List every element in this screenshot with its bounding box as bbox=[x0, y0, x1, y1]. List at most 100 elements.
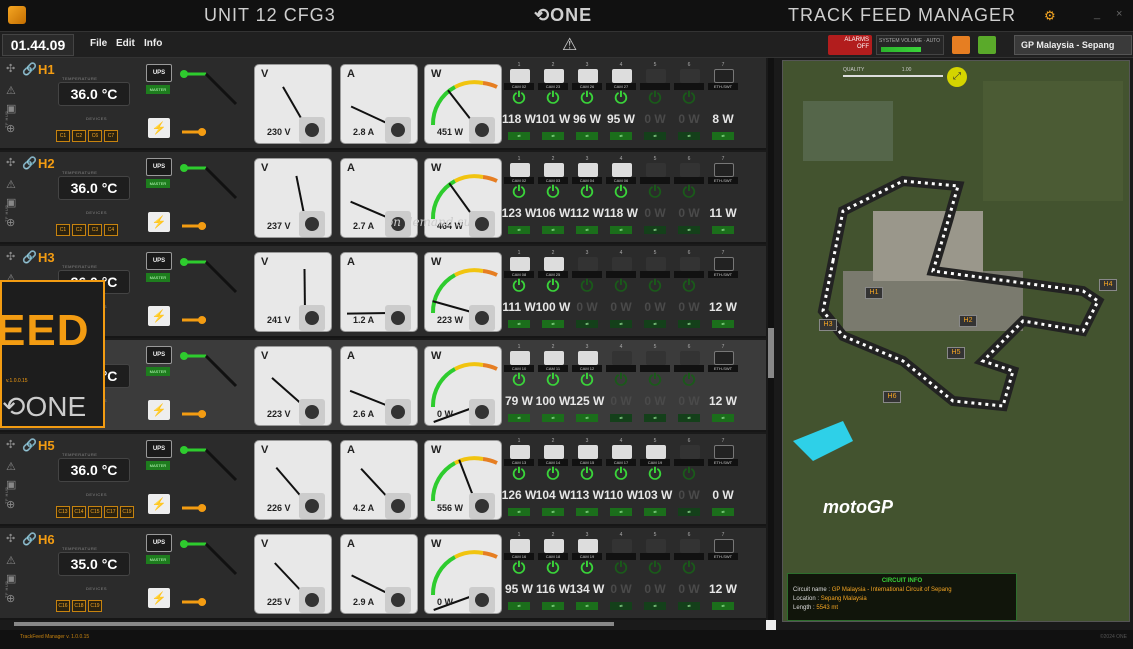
fan-icon[interactable]: ✣ bbox=[6, 532, 15, 545]
warning-icon[interactable]: ⚠ bbox=[6, 178, 16, 191]
channel-2[interactable]: 2 CAM 03 ⏻ 106 W ⇄ bbox=[536, 156, 570, 240]
meter-knob[interactable] bbox=[299, 211, 325, 237]
channel-4[interactable]: 4 CAM 06 ⏻ 118 W ⇄ bbox=[604, 156, 638, 240]
warning-icon[interactable]: ⚠ bbox=[562, 35, 577, 55]
power-toggle-icon[interactable]: ⏻ bbox=[502, 90, 536, 108]
device-chip[interactable]: C2 bbox=[72, 224, 86, 236]
channel-2[interactable]: 2 CAM 14 ⏻ 104 W ⇄ bbox=[536, 438, 570, 522]
minimize-button[interactable]: _ bbox=[1094, 8, 1100, 20]
power-toggle-icon[interactable]: ⏻ bbox=[638, 90, 672, 108]
channel-4[interactable]: 4 ⏻ 0 W ⇄ bbox=[604, 532, 638, 616]
meter-knob[interactable] bbox=[299, 399, 325, 425]
channel-1[interactable]: 1 CAM 13 ⏻ 126 W ⇄ bbox=[502, 438, 536, 522]
channel-5[interactable]: 5 ⏻ 0 W ⇄ bbox=[638, 532, 672, 616]
device-chip[interactable]: C1 bbox=[56, 130, 70, 142]
ups-badge[interactable]: UPS bbox=[146, 64, 172, 82]
power-toggle-icon[interactable]: ⏻ bbox=[570, 372, 604, 390]
horizontal-scrollbar[interactable] bbox=[14, 622, 614, 626]
device-chip[interactable]: C7 bbox=[104, 130, 118, 142]
channel-6[interactable]: 6 ⏻ 0 W ⇄ bbox=[672, 532, 706, 616]
channel-6[interactable]: 6 ⏻ 0 W ⇄ bbox=[672, 250, 706, 334]
warning-icon[interactable]: ⚠ bbox=[6, 554, 16, 567]
device-chip[interactable]: C4 bbox=[104, 224, 118, 236]
power-plug-icon[interactable]: ⚡ bbox=[148, 212, 170, 232]
menu-edit[interactable]: Edit bbox=[116, 38, 135, 49]
channel-7[interactable]: 7 ETH-SWT 12 W ⇄ bbox=[706, 250, 740, 334]
channel-6[interactable]: 6 ⏻ 0 W ⇄ bbox=[672, 156, 706, 240]
channel-3[interactable]: 3 ⏻ 0 W ⇄ bbox=[570, 250, 604, 334]
channel-5[interactable]: 5 ⏻ 0 W ⇄ bbox=[638, 344, 672, 428]
power-toggle-icon[interactable]: ⏻ bbox=[672, 466, 706, 484]
channel-7[interactable]: 7 ETH-SWT 12 W ⇄ bbox=[706, 344, 740, 428]
power-plug-icon[interactable]: ⚡ bbox=[148, 118, 170, 138]
menu-file[interactable]: File bbox=[90, 38, 107, 49]
power-switch-diagram[interactable] bbox=[176, 440, 246, 520]
meter-knob[interactable] bbox=[385, 399, 411, 425]
channel-2[interactable]: 2 CAM 25 ⏻ 100 W ⇄ bbox=[536, 250, 570, 334]
ups-badge[interactable]: UPS bbox=[146, 158, 172, 176]
fan-icon[interactable]: ✣ bbox=[6, 250, 15, 263]
hub-row-h4[interactable]: ✣🔗H4TEMPERATURE36.0 °C⚠▣⊕DEVICESC20C21C2… bbox=[0, 340, 766, 432]
device-chip[interactable]: C19 bbox=[120, 506, 134, 518]
hub-row-h3[interactable]: ✣🔗H3TEMPERATURE36.0 °C⚠▣⊕DEVICESC1C2UPSM… bbox=[0, 246, 766, 338]
power-toggle-icon[interactable]: ⏻ bbox=[536, 560, 570, 578]
device-chip[interactable]: C6 bbox=[88, 130, 102, 142]
scroll-thumb[interactable] bbox=[768, 328, 774, 378]
gear-icon[interactable]: ⚙ bbox=[1044, 8, 1056, 24]
power-toggle-icon[interactable]: ⏻ bbox=[502, 278, 536, 296]
device-chip[interactable]: C16 bbox=[56, 600, 70, 612]
circuit-select[interactable]: GP Malaysia - Sepang bbox=[1014, 35, 1132, 55]
power-plug-icon[interactable]: ⚡ bbox=[148, 588, 170, 608]
power-switch-diagram[interactable] bbox=[176, 252, 246, 332]
menu-info[interactable]: Info bbox=[144, 38, 162, 49]
meter-knob[interactable] bbox=[299, 305, 325, 331]
fullscreen-icon[interactable]: ⤢ bbox=[947, 67, 967, 87]
power-toggle-icon[interactable]: ⏻ bbox=[604, 560, 638, 578]
channel-6[interactable]: 6 ⏻ 0 W ⇄ bbox=[672, 438, 706, 522]
meter-knob[interactable] bbox=[469, 587, 495, 613]
power-toggle-icon[interactable]: ⏻ bbox=[502, 184, 536, 202]
power-toggle-icon[interactable]: ⏻ bbox=[638, 466, 672, 484]
power-toggle-icon[interactable]: ⏻ bbox=[604, 278, 638, 296]
channel-5[interactable]: 5 CAM 19 ⏻ 103 W ⇄ bbox=[638, 438, 672, 522]
channel-1[interactable]: 1 CAM 10 ⏻ 79 W ⇄ bbox=[502, 344, 536, 428]
power-toggle-icon[interactable]: ⏻ bbox=[638, 372, 672, 390]
meter-knob[interactable] bbox=[385, 305, 411, 331]
power-toggle-icon[interactable]: ⏻ bbox=[638, 278, 672, 296]
power-plug-icon[interactable]: ⚡ bbox=[148, 494, 170, 514]
channel-1[interactable]: 1 CAM 08 ⏻ 111 W ⇄ bbox=[502, 250, 536, 334]
power-plug-icon[interactable]: ⚡ bbox=[148, 400, 170, 420]
channel-7[interactable]: 7 ETH-SWT 0 W ⇄ bbox=[706, 438, 740, 522]
channel-3[interactable]: 3 CAM 26 ⏻ 96 W ⇄ bbox=[570, 62, 604, 146]
power-toggle-icon[interactable]: ⏻ bbox=[672, 184, 706, 202]
channel-3[interactable]: 3 CAM 15 ⏻ 113 W ⇄ bbox=[570, 438, 604, 522]
power-toggle-icon[interactable]: ⏻ bbox=[536, 278, 570, 296]
map-tag-h5[interactable]: H5 bbox=[947, 347, 965, 359]
meter-knob[interactable] bbox=[385, 493, 411, 519]
channel-1[interactable]: 1 CAM 16 ⏻ 95 W ⇄ bbox=[502, 532, 536, 616]
record-icon[interactable] bbox=[952, 36, 970, 54]
hub-row-h5[interactable]: ✣ 🔗 H5 TEMPERATURE 36.0 °C ⚠ ▣ ⊕ DEVICES C13 C14 C1… bbox=[0, 434, 766, 526]
circuit-map[interactable]: QUALITY 1.00 ⤢ H1 H2 H3 H4 H5 H6 motoGP … bbox=[782, 60, 1130, 622]
channel-4[interactable]: 4 CAM 27 ⏻ 95 W ⇄ bbox=[604, 62, 638, 146]
meter-knob[interactable] bbox=[385, 117, 411, 143]
power-toggle-icon[interactable]: ⏻ bbox=[604, 90, 638, 108]
channel-2[interactable]: 2 CAM 18 ⏻ 116 W ⇄ bbox=[536, 532, 570, 616]
power-toggle-icon[interactable]: ⏻ bbox=[604, 466, 638, 484]
channel-5[interactable]: 5 ⏻ 0 W ⇄ bbox=[638, 250, 672, 334]
power-toggle-icon[interactable]: ⏻ bbox=[672, 278, 706, 296]
fan-icon[interactable]: ✣ bbox=[6, 62, 15, 75]
channel-7[interactable]: 7 ETH-SWT 11 W ⇄ bbox=[706, 156, 740, 240]
power-switch-diagram[interactable] bbox=[176, 158, 246, 238]
map-tag-h1[interactable]: H1 bbox=[865, 287, 883, 299]
power-toggle-icon[interactable]: ⏻ bbox=[502, 560, 536, 578]
power-toggle-icon[interactable]: ⏻ bbox=[604, 184, 638, 202]
volume-control[interactable]: SYSTEM VOLUME · AUTO bbox=[876, 35, 944, 55]
power-toggle-icon[interactable]: ⏻ bbox=[672, 372, 706, 390]
meter-knob[interactable] bbox=[299, 587, 325, 613]
fan-icon[interactable]: ✣ bbox=[6, 156, 15, 169]
device-chip[interactable]: C3 bbox=[88, 224, 102, 236]
vertical-scrollbar[interactable] bbox=[768, 58, 774, 620]
channel-2[interactable]: 2 CAM 11 ⏻ 100 W ⇄ bbox=[536, 344, 570, 428]
device-chip[interactable]: C13 bbox=[56, 506, 70, 518]
